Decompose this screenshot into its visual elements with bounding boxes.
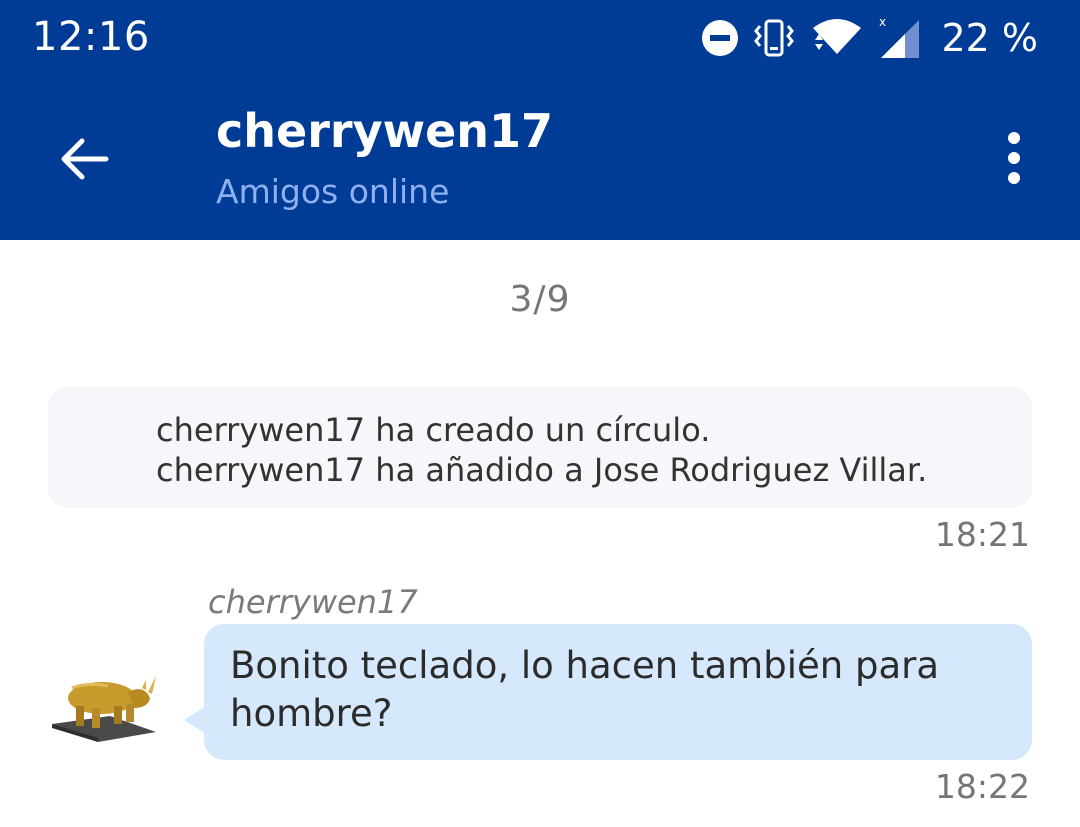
rhino-figurine-avatar: [52, 676, 156, 742]
message-bubble-tail: [184, 706, 206, 734]
message-bubble[interactable]: Bonito teclado, lo hacen también para ho…: [204, 624, 1032, 760]
status-time: 12:16: [32, 14, 150, 60]
system-message-card: cherrywen17 ha creado un círculo. cherry…: [48, 387, 1032, 508]
battery-level: 22 %: [941, 16, 1038, 60]
back-button[interactable]: [50, 125, 118, 193]
arrow-left-icon: [61, 138, 109, 180]
message-text: Bonito teclado, lo hacen también para ho…: [230, 644, 939, 735]
cell-signal-icon: x: [879, 16, 920, 58]
message-timestamp: 18:22: [934, 767, 1030, 806]
system-message-timestamp: 18:21: [934, 515, 1030, 554]
svg-text:x: x: [879, 16, 886, 29]
wifi-icon: [813, 19, 862, 54]
status-icons: x 22 %: [687, 12, 1038, 64]
chat-subtitle: Amigos online: [216, 172, 450, 211]
do-not-disturb-icon: [702, 20, 739, 56]
vibrate-icon: [754, 19, 795, 57]
system-message-line: cherrywen17 ha añadido a Jose Rodriguez …: [156, 451, 928, 489]
message-sender-name: cherrywen17: [208, 583, 418, 621]
more-vert-icon: [1008, 132, 1020, 184]
system-message-line: cherrywen17 ha creado un círculo.: [156, 411, 711, 449]
chat-title: cherrywen17: [216, 104, 554, 158]
page-indicator: 3/9: [509, 279, 571, 320]
overflow-menu-button[interactable]: [988, 128, 1040, 188]
avatar[interactable]: [48, 658, 164, 744]
app-bar: 12:16 x 22 % cherrywen17 Amigos online: [0, 0, 1080, 240]
